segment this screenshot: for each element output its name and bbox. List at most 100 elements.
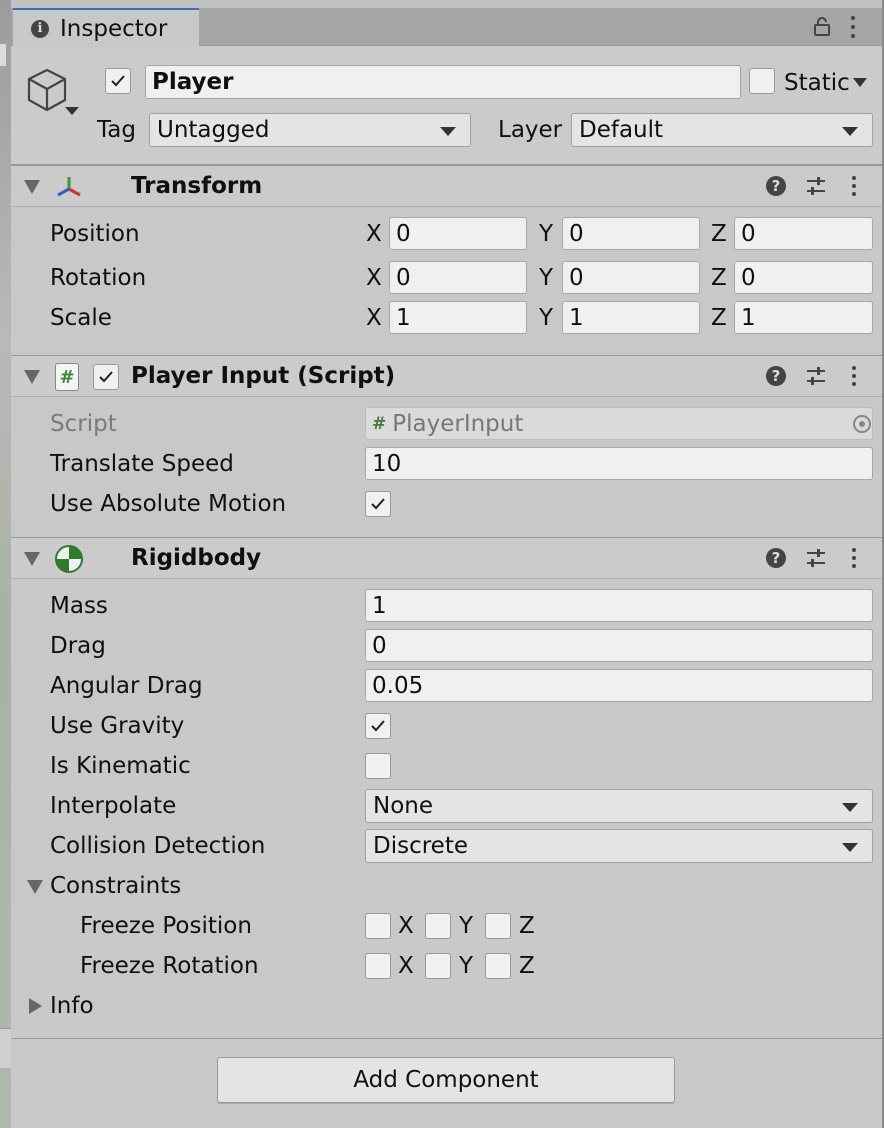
scale-x-field[interactable]: 1 xyxy=(389,301,527,334)
y-axis-label[interactable]: Y xyxy=(539,265,553,291)
drag-field[interactable]: 0 xyxy=(365,629,873,662)
help-icon[interactable]: ? xyxy=(766,176,786,196)
scale-y-field[interactable]: 1 xyxy=(562,301,700,334)
mass-field[interactable]: 1 xyxy=(365,589,873,622)
rotation-y-field[interactable]: 0 xyxy=(562,261,700,294)
icon-dropdown-caret-icon[interactable] xyxy=(65,107,79,115)
gameobject-name-field[interactable]: Player xyxy=(145,65,741,99)
z-axis-label[interactable]: Z xyxy=(711,221,727,247)
constraints-label: Constraints xyxy=(50,873,182,899)
rigidbody-header[interactable]: Rigidbody ? xyxy=(11,537,882,579)
z-axis-label[interactable]: Z xyxy=(711,265,727,291)
transform-scale-row: Scale X 1 Y 1 Z 1 xyxy=(11,301,882,335)
scale-x-value: 1 xyxy=(396,304,411,331)
mass-row: Mass 1 xyxy=(11,589,882,623)
freeze-rotation-row: Freeze Rotation X Y Z xyxy=(11,949,882,983)
freeze-rotation-x-checkbox[interactable] xyxy=(365,953,391,979)
freeze-position-y-checkbox[interactable] xyxy=(425,913,451,939)
help-icon[interactable]: ? xyxy=(766,548,786,568)
foldout-icon[interactable] xyxy=(24,180,40,194)
edge-fragment xyxy=(0,44,6,66)
layer-dropdown[interactable]: Default xyxy=(571,113,873,147)
is-kinematic-checkbox[interactable] xyxy=(365,753,391,779)
drag-row: Drag 0 xyxy=(11,629,882,663)
tab-bar: i Inspector xyxy=(11,8,882,47)
position-x-value: 0 xyxy=(396,220,411,247)
scale-y-value: 1 xyxy=(569,304,584,331)
y-axis-label[interactable]: Y xyxy=(539,305,553,331)
tag-dropdown[interactable]: Untagged xyxy=(149,113,471,147)
foldout-icon[interactable] xyxy=(24,370,40,384)
component-menu-icon[interactable] xyxy=(852,548,858,568)
is-kinematic-row: Is Kinematic xyxy=(11,749,882,783)
translate-speed-label: Translate Speed xyxy=(50,451,234,477)
static-dropdown-caret-icon[interactable] xyxy=(853,78,867,87)
collision-detection-dropdown[interactable]: Discrete xyxy=(365,829,873,863)
angular-drag-field[interactable]: 0.05 xyxy=(365,669,873,702)
freeze-rotation-y-checkbox[interactable] xyxy=(425,953,451,979)
z-axis-label[interactable]: Z xyxy=(711,305,727,331)
transform-title: Transform xyxy=(131,173,263,199)
angular-drag-label: Angular Drag xyxy=(50,673,203,699)
gameobject-name-text: Player xyxy=(152,69,234,95)
y-axis-label: Y xyxy=(459,953,474,979)
position-y-value: 0 xyxy=(569,220,584,247)
transform-rotation-row: Rotation X 0 Y 0 Z 0 xyxy=(11,261,882,295)
window-menu-icon[interactable] xyxy=(851,16,857,38)
rotation-z-value: 0 xyxy=(741,264,756,291)
scale-z-field[interactable]: 1 xyxy=(734,301,873,334)
translate-speed-field[interactable]: 10 xyxy=(365,447,873,480)
x-axis-label[interactable]: X xyxy=(366,221,382,247)
info-foldout[interactable]: Info xyxy=(11,989,882,1023)
foldout-icon[interactable] xyxy=(27,880,43,894)
transform-header[interactable]: Transform ? xyxy=(11,165,882,207)
rigidbody-title: Rigidbody xyxy=(131,545,262,571)
x-axis-label[interactable]: X xyxy=(366,265,382,291)
presets-icon[interactable] xyxy=(805,176,827,196)
component-menu-icon[interactable] xyxy=(852,366,858,386)
is-kinematic-label: Is Kinematic xyxy=(50,753,191,779)
component-menu-icon[interactable] xyxy=(852,176,858,196)
presets-icon[interactable] xyxy=(805,548,827,568)
x-axis-label: X xyxy=(398,913,414,939)
script-label: Script xyxy=(50,411,117,437)
gameobject-active-checkbox[interactable] xyxy=(105,68,131,94)
help-icon[interactable]: ? xyxy=(766,366,786,386)
position-x-field[interactable]: 0 xyxy=(389,217,527,250)
player-input-title: Player Input (Script) xyxy=(131,363,396,389)
position-y-field[interactable]: 0 xyxy=(562,217,700,250)
interpolate-row: Interpolate None xyxy=(11,789,882,823)
foldout-closed-icon[interactable] xyxy=(29,998,42,1014)
player-input-header[interactable]: # Player Input (Script) ? xyxy=(11,355,882,397)
foldout-icon[interactable] xyxy=(24,552,40,566)
lock-icon[interactable] xyxy=(814,16,830,36)
constraints-foldout[interactable]: Constraints xyxy=(11,869,882,903)
scale-label: Scale xyxy=(50,305,112,331)
tag-label: Tag xyxy=(97,117,136,143)
script-file-icon: # xyxy=(372,413,387,434)
object-picker-icon[interactable] xyxy=(852,414,872,434)
transform-icon xyxy=(57,177,81,197)
gameobject-cube-icon[interactable] xyxy=(25,67,69,113)
use-absolute-motion-checkbox[interactable] xyxy=(365,491,391,517)
use-gravity-checkbox[interactable] xyxy=(365,713,391,739)
rotation-x-field[interactable]: 0 xyxy=(389,261,527,294)
checkmark-icon xyxy=(371,498,385,510)
position-z-field[interactable]: 0 xyxy=(734,217,873,250)
tab-inspector[interactable]: i Inspector xyxy=(13,8,199,47)
rotation-z-field[interactable]: 0 xyxy=(734,261,873,294)
use-gravity-row: Use Gravity xyxy=(11,709,882,743)
x-axis-label[interactable]: X xyxy=(366,305,382,331)
freeze-position-z-checkbox[interactable] xyxy=(485,913,511,939)
y-axis-label[interactable]: Y xyxy=(539,221,553,247)
static-checkbox[interactable] xyxy=(749,68,775,94)
interpolate-dropdown[interactable]: None xyxy=(365,789,873,823)
use-absolute-motion-label: Use Absolute Motion xyxy=(50,491,287,517)
chevron-down-icon xyxy=(842,803,858,812)
freeze-rotation-z-checkbox[interactable] xyxy=(485,953,511,979)
player-input-enabled-checkbox[interactable] xyxy=(93,364,119,390)
freeze-position-x-checkbox[interactable] xyxy=(365,913,391,939)
add-component-button[interactable]: Add Component xyxy=(217,1057,675,1103)
translate-speed-value: 10 xyxy=(372,450,402,477)
presets-icon[interactable] xyxy=(805,366,827,386)
